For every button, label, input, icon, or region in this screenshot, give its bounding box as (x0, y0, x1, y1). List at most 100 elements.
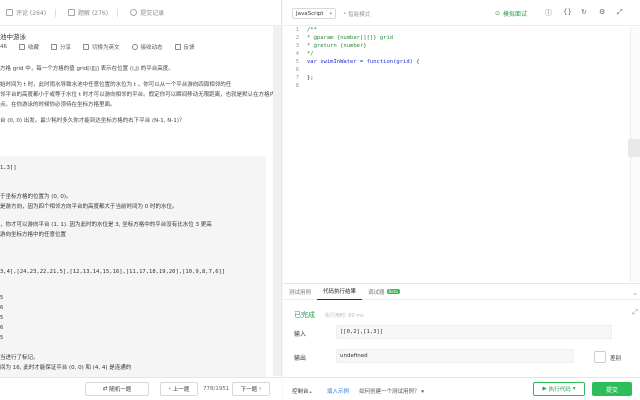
settings-icon[interactable]: ⚙ (599, 8, 605, 16)
problem-actions: 46 收藏 分享 切换为英文 接收动态 反馈 (0, 43, 195, 51)
submit-button[interactable]: 提交 (592, 382, 632, 396)
howto-testcase-link[interactable]: 如何创建一个测试用例？ ▾ (359, 387, 424, 395)
info-icon[interactable]: ⓘ (545, 8, 552, 18)
braces-icon[interactable]: {} (563, 8, 572, 16)
example-2-line: 6 (0, 305, 4, 311)
feedback-button[interactable]: 反馈 (174, 43, 195, 51)
example-1-line: 游向坐标方格中的任意位置 (0, 232, 67, 238)
problem-footer: ⇄ 随机一题 ‹ 上一题 778/1951 下一题 › (0, 377, 282, 400)
problem-description-line: 点。在你游泳的时候你必须待在坐标方格里面。 (0, 102, 116, 108)
smart-mode-toggle[interactable]: • 智能模式 (343, 10, 370, 18)
chevron-up-icon: ▴ (309, 389, 312, 394)
chevron-down-icon: ▾ (572, 386, 576, 392)
editor-toolbar: JavaScript ▾ • 智能模式 ⊙ 模拟面试 ⓘ {} ↻ ⚙ ⤢ (283, 0, 640, 26)
line-number: 4 (295, 51, 299, 57)
code-line: var swimInWater = function(grid) { (307, 59, 420, 65)
floating-side-tab[interactable] (628, 139, 640, 157)
line-number: 6 (295, 67, 299, 73)
run-code-button[interactable]: ▶ 执行代码 ▾ (533, 382, 585, 396)
problem-description-line: 方格 grid 中，每一个方格的值 grid[i][j] 表示在位置 (i,j)… (0, 66, 174, 72)
example-1-line: 1,3]] (0, 165, 17, 171)
run-time: 执行用时: 80 ms (325, 313, 364, 319)
flask-icon (68, 9, 76, 16)
tab-run-result[interactable]: 代码执行结果 (317, 284, 363, 300)
editor-footer: 控制台▴ 填入示例 如何创建一个测试用例？ ▾ ▶ 执行代码 ▾ 提交 (283, 377, 640, 400)
diff-toggle[interactable] (594, 351, 606, 363)
line-number: 7 (295, 75, 299, 81)
tab-debugger[interactable]: 调试器 Beta (362, 284, 406, 300)
code-line: */ (307, 51, 314, 57)
language-select[interactable]: JavaScript ▾ (292, 8, 336, 19)
tab-solutions-label: 题解 (276) (78, 10, 109, 17)
problem-scrollbar[interactable] (273, 26, 281, 376)
share-icon (51, 44, 58, 50)
input-label: 输入 (294, 331, 307, 338)
shuffle-icon: ⇄ (102, 386, 108, 392)
fullscreen-icon[interactable]: ⤢ (617, 8, 623, 17)
chevron-left-icon: ‹ (168, 386, 171, 392)
problem-tabs: 评论 (264) 题解 (276) 提交记录 (0, 0, 281, 26)
code-line: * @param {number[][]} grid (307, 35, 394, 41)
problem-description-line: 邻平台的高度都小于或等于水位 t 时才可以游向相邻的平台。假定你可以瞬间移动无限… (0, 92, 281, 98)
dot-icon: • (343, 11, 347, 17)
problem-description-line: 始时间为 t 时，此时雨水导致水池中任意位置的水位为 t 。你可以从一个平台游向… (0, 82, 232, 88)
prev-problem-button[interactable]: ‹ 上一题 (160, 382, 198, 396)
fill-example-link[interactable]: 填入示例 (327, 387, 349, 395)
example-1-line: 是游方向，因为四个相邻方向平台的高度都大于当前时间为 0 时的水位。 (0, 204, 178, 210)
tab-comments-label: 评论 (264) (16, 10, 47, 17)
subscribe-button[interactable]: 接收动态 (131, 43, 163, 51)
next-problem-button[interactable]: 下一题 › (232, 382, 270, 396)
tab-submissions-label: 提交记录 (140, 10, 165, 17)
expand-icon[interactable]: ⤢ (632, 308, 638, 317)
example-2-line: 间为 16, 此时才能保证平台 (0, 0) 和 (4, 4) 是连通的 (0, 365, 132, 371)
line-number: 8 (295, 83, 299, 89)
problem-page-indicator: 778/1951 (203, 386, 230, 392)
favorite-button[interactable]: 收藏 (19, 43, 39, 51)
tab-divider (55, 8, 57, 17)
chevron-down-icon: ▾ (421, 389, 425, 395)
code-line: /** (307, 27, 317, 33)
history-icon (130, 9, 138, 16)
output-label: 输出 (294, 355, 307, 362)
example-1-block: 1,3]] 于坐标方格的位置为 (0, 0)。 是游方向，因为四个相邻方向平台的… (0, 156, 266, 268)
code-line: * @return {number} (307, 43, 367, 49)
share-button[interactable]: 分享 (51, 43, 71, 51)
output-value: undefined (336, 349, 574, 363)
run-status: 已完成 (294, 311, 315, 319)
interview-icon: ⊙ (495, 10, 501, 17)
tab-divider (117, 8, 119, 17)
problem-panel: 评论 (264) 题解 (276) 提交记录 池中游泳 46 收藏 分享 切换为… (0, 0, 282, 400)
tab-comments[interactable]: 评论 (264) (0, 8, 62, 17)
random-problem-button[interactable]: ⇄ 随机一题 (85, 382, 149, 396)
beta-badge: Beta (386, 289, 400, 294)
result-tabs: 测试用例 代码执行结果 调试器 Beta (283, 284, 640, 300)
tab-solutions[interactable]: 题解 (276) (62, 8, 124, 17)
tab-submissions[interactable]: 提交记录 (124, 8, 170, 17)
input-value: [[0,2],[1,3]] (336, 325, 612, 339)
diff-label: 差别 (610, 356, 622, 362)
editor-panel: JavaScript ▾ • 智能模式 ⊙ 模拟面试 ⓘ {} ↻ ⚙ ⤢ 1 … (283, 0, 640, 400)
app-root: 评论 (264) 题解 (276) 提交记录 池中游泳 46 收藏 分享 切换为… (0, 0, 640, 400)
chevron-right-icon: › (259, 386, 262, 392)
line-gutter: 1 2 3 4 5 6 7 8 (283, 27, 301, 282)
line-number: 5 (295, 59, 299, 65)
code-editor[interactable]: 1 2 3 4 5 6 7 8 /** * @param {number[][]… (283, 27, 640, 282)
example-2-line: 5 (0, 295, 4, 301)
example-1-line: 于坐标方格的位置为 (0, 0)。 (0, 194, 72, 200)
mock-interview-button[interactable]: ⊙ 模拟面试 (495, 9, 527, 18)
play-icon: ▶ (542, 386, 547, 392)
example-2-block: 3,4],[24,23,22,21,5],[12,13,14,15,16],[1… (0, 262, 266, 377)
line-number: 2 (295, 35, 299, 41)
switch-english-button[interactable]: 切换为英文 (83, 43, 120, 51)
console-toggle[interactable]: 控制台▴ (292, 387, 312, 395)
collapse-icon[interactable]: ⌄ (632, 289, 638, 297)
example-1-line: ，你才可以游向平台 (1, 1). 因为此时的水位是 3, 坐标方格中的平台没有… (0, 222, 212, 228)
example-2-line: 当进行了标记。 (0, 355, 39, 361)
example-2-line: 5 (0, 335, 4, 341)
problem-title: 池中游泳 (0, 33, 26, 41)
code-line: }; (307, 75, 314, 81)
like-count[interactable]: 46 (0, 43, 7, 51)
tab-testcase[interactable]: 测试用例 (283, 284, 317, 300)
comment-icon (6, 9, 13, 16)
reset-icon[interactable]: ↻ (581, 8, 587, 16)
